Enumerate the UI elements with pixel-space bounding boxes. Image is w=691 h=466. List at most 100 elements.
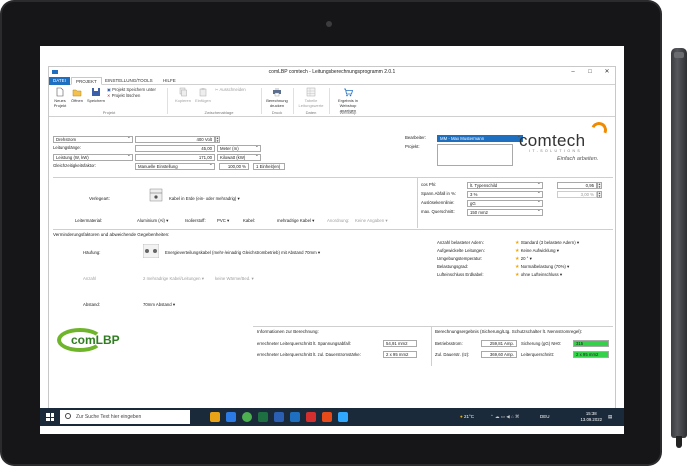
- coiled-value[interactable]: ★ Keine Aufwicklung ▾: [515, 248, 559, 254]
- cut-button[interactable]: ✂ Ausschneiden: [215, 87, 246, 93]
- delete-project-button[interactable]: ✕ Projekt löschen: [107, 93, 140, 99]
- delete-icon: ✕: [107, 93, 111, 98]
- save-as-label: Projekt Speichern unter: [112, 87, 156, 92]
- taskbar-search[interactable]: Zur Suche Text hier eingeben: [60, 410, 190, 424]
- ambient-value[interactable]: ★ 20 ° ▾: [515, 256, 532, 262]
- divider: [417, 178, 418, 228]
- windows-start-icon[interactable]: [46, 413, 54, 421]
- paste-button[interactable]: Einfügen: [193, 87, 213, 103]
- star-icon: ★: [515, 272, 520, 278]
- mail-icon[interactable]: [226, 412, 236, 422]
- drop-cs-field: 54,91 mm2: [383, 340, 417, 347]
- length-unit-select[interactable]: Meter (m): [217, 145, 261, 152]
- new-project-button[interactable]: Neues Projekt: [51, 87, 69, 108]
- laying-value[interactable]: Kabel in Erde (ein- oder mehradrig) ▾: [169, 196, 240, 202]
- cosphi-field[interactable]: 0,95: [557, 182, 597, 189]
- load-text: Normalbelastung (70%): [520, 264, 566, 269]
- print-calc-button[interactable]: Berechnung drucken: [265, 87, 289, 108]
- scissors-icon: ✂: [215, 87, 219, 92]
- arrangement-value[interactable]: Keine Angaben ▾: [355, 218, 388, 224]
- conductor-value[interactable]: Aluminium (Al) ▾: [137, 218, 168, 224]
- close-button[interactable]: ✕: [599, 67, 615, 77]
- taskbar-clock[interactable]: 15:38 13.09.2022: [580, 411, 602, 423]
- open-button[interactable]: Öffnen: [69, 87, 85, 103]
- excel-icon[interactable]: [258, 412, 268, 422]
- simultaneity-mode-select[interactable]: Manuelle Einstellung: [135, 163, 215, 170]
- ribbon-toolbar: Neues Projekt Öffnen Speichern ▣ Projekt…: [49, 85, 615, 117]
- simultaneity-units-field[interactable]: 1 Einheit(en): [253, 163, 285, 170]
- comlbp-logo: comLBP: [57, 328, 137, 352]
- printer-icon: [273, 88, 281, 97]
- tab-help[interactable]: HILFE: [159, 77, 180, 85]
- tab-file[interactable]: DATEI: [49, 77, 70, 85]
- maximize-button[interactable]: □: [582, 67, 598, 77]
- group-label-print: Druck: [271, 110, 283, 115]
- acrobat-icon[interactable]: [306, 412, 316, 422]
- power-field[interactable]: 171,00: [135, 154, 215, 161]
- simultaneity-percent-field[interactable]: 100,00 %: [219, 163, 249, 170]
- cosphi-spinner[interactable]: ▴ ▾: [597, 182, 602, 189]
- grouping-value[interactable]: Energieverteilungskabel (mehr-/einadrig …: [165, 250, 320, 256]
- voltage-drop-select[interactable]: 3 %: [467, 191, 543, 198]
- length-label: Leitungslänge:: [53, 145, 81, 150]
- air-gap-label: Lufteinschluss Erdkabel:: [437, 272, 484, 277]
- photoshop-icon[interactable]: [338, 412, 348, 422]
- distance-value[interactable]: 70mm Abstand ▾: [143, 302, 175, 308]
- voltage-drop-field[interactable]: 3,00 %: [557, 191, 597, 198]
- load-value[interactable]: ★ Normalbelastung (70%) ▾: [515, 264, 569, 270]
- save-label: Speichern: [86, 98, 105, 103]
- chrome-icon[interactable]: [242, 412, 252, 422]
- floppy-disk-icon: [92, 88, 100, 96]
- copy-button[interactable]: Kopieren: [173, 87, 193, 103]
- brand-logo-text: comLBP: [71, 333, 120, 347]
- voltage-spinner[interactable]: ▴ ▾: [215, 136, 220, 143]
- star-icon: ★: [515, 256, 520, 262]
- file-explorer-icon[interactable]: [210, 412, 220, 422]
- star-icon: ★: [515, 240, 520, 246]
- clock-date: 13.09.2022: [580, 417, 602, 422]
- trip-curve-select[interactable]: gG: [467, 200, 543, 207]
- grouping-value-text: Energieverteilungskabel (mehr-/einadrig …: [165, 250, 317, 255]
- tab-settings-tools[interactable]: EINSTELLUNG/TOOLS: [101, 77, 157, 85]
- voltage-field[interactable]: 400 Volt: [135, 136, 215, 143]
- paste-label: Einfügen: [195, 98, 211, 103]
- project-field[interactable]: [437, 144, 513, 166]
- main-content: Drehstrom 400 Volt ▴▾ Leitungslänge: 45,…: [49, 118, 615, 415]
- outlook-icon[interactable]: [290, 412, 300, 422]
- length-field[interactable]: 45,00: [135, 145, 215, 152]
- tab-project[interactable]: PROJEKT: [71, 77, 102, 85]
- loaded-cores-value[interactable]: ★ Standard (3 belastete Adern) ▾: [515, 240, 579, 246]
- power-unit-select[interactable]: Kilowatt (kW): [217, 154, 261, 161]
- minimize-button[interactable]: –: [565, 67, 581, 77]
- voltage-drop-spinner[interactable]: ▴ ▾: [597, 191, 602, 198]
- star-icon: ★: [515, 264, 520, 270]
- simultaneity-label: Gleichzeitigkeitsfaktor:: [53, 163, 96, 168]
- save-button[interactable]: Speichern: [85, 87, 107, 103]
- count-value[interactable]: 2 mehradrige Kabel/Leitungen ▾: [143, 276, 204, 282]
- insulation-value[interactable]: PVC ▾: [217, 218, 229, 224]
- distance-label: Abstand:: [83, 302, 100, 307]
- stylus-pen: [671, 48, 687, 448]
- language-indicator[interactable]: DEU: [540, 408, 550, 426]
- weather-widget[interactable]: ● 21°C: [460, 408, 474, 426]
- max-cross-section-select[interactable]: 150 mm2: [467, 209, 543, 216]
- voltage-drop-label: Spann.Abfall in %:: [421, 191, 457, 196]
- conductor-label: Leitermaterial:: [75, 218, 103, 223]
- notification-icon[interactable]: ▤: [608, 408, 612, 426]
- air-gap-value[interactable]: ★ ohne Lufteinschluss ▾: [515, 272, 562, 278]
- count-value-2[interactable]: keine Wärme/Bed. ▾: [215, 276, 254, 282]
- table-values-button[interactable]: Tabelle Leitungswerte: [297, 87, 325, 108]
- tray-icons[interactable]: ⌃ ☁ ▭ ◀ ⌂ ⌘: [490, 408, 519, 426]
- cable-value[interactable]: mehradrige Kabel ▾: [277, 218, 314, 224]
- air-gap-text: ohne Lufteinschluss: [520, 272, 559, 277]
- power-type-select[interactable]: Leistung (W, kW): [53, 154, 133, 161]
- continuous-current-field: 369,60 Amp.: [481, 351, 517, 358]
- current-type-select[interactable]: Drehstrom: [53, 136, 133, 143]
- window-title: comLBP comtech - Leitungsberechnungsprog…: [268, 69, 396, 75]
- open-label: Öffnen: [71, 98, 83, 103]
- word-icon[interactable]: [274, 412, 284, 422]
- editor-select[interactable]: MM - Max Mustermann: [437, 135, 523, 142]
- office-icon[interactable]: [322, 412, 332, 422]
- laying-value-text: Kabel in Erde (ein- oder mehradrig): [169, 196, 237, 201]
- cosphi-mode-select[interactable]: lt. Typenschild: [467, 182, 543, 189]
